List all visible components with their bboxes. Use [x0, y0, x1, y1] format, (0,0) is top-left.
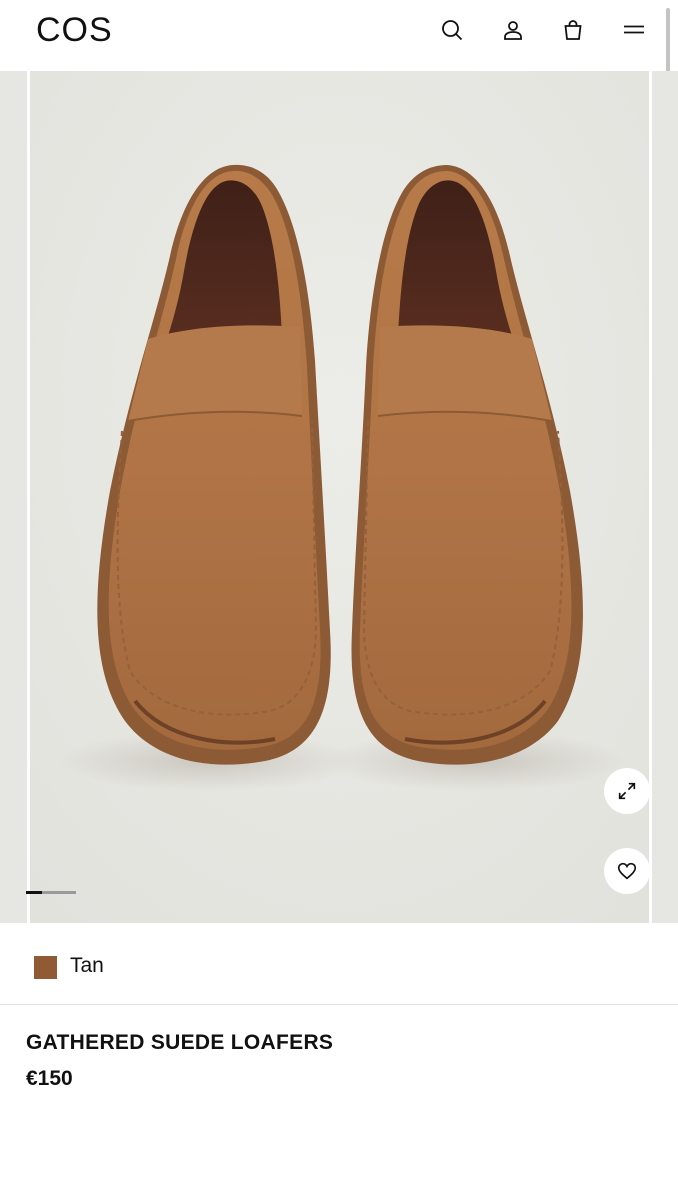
account-icon[interactable]: [498, 15, 528, 45]
color-name: Tan: [70, 954, 104, 977]
site-header: COS: [0, 0, 678, 71]
previous-slide-peek: [0, 71, 27, 923]
slide-indicator-active: [26, 891, 42, 894]
expand-icon: [618, 782, 636, 800]
wishlist-button[interactable]: [604, 848, 650, 894]
next-slide-peek: [652, 71, 678, 923]
product-title: GATHERED SUEDE LOAFERS: [26, 1031, 334, 1054]
search-icon[interactable]: [437, 15, 467, 45]
color-swatch[interactable]: [34, 956, 57, 979]
product-image-gallery[interactable]: [0, 71, 678, 923]
product-price: €150: [26, 1067, 73, 1090]
heart-icon: [617, 862, 637, 880]
cos-logo[interactable]: COS: [36, 10, 113, 50]
expand-image-button[interactable]: [604, 768, 650, 814]
bag-icon[interactable]: [558, 15, 588, 45]
menu-icon[interactable]: [619, 15, 649, 45]
slide-indicator[interactable]: [26, 891, 76, 894]
color-selector[interactable]: Tan: [0, 923, 678, 1005]
product-image-loafers[interactable]: [30, 71, 649, 923]
